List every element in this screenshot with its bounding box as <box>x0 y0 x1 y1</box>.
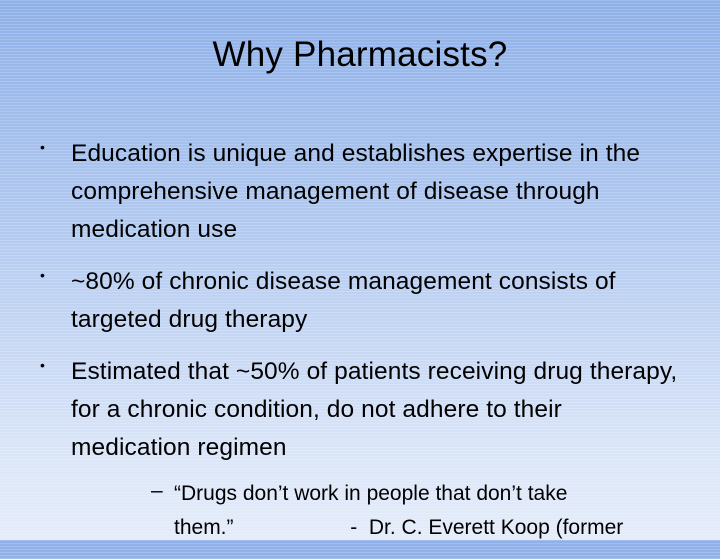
slide: Why Pharmacists? • Education is unique a… <box>0 0 720 540</box>
bullet-item: • Education is unique and establishes ex… <box>0 135 720 249</box>
bullet-item: • Estimated that ~50% of patients receiv… <box>0 353 720 545</box>
sub-bullet-quote: – “Drugs don’t work in people that don’t… <box>71 477 680 545</box>
bullet-item: • ~80% of chronic disease management con… <box>0 263 720 339</box>
bullet-list: • Education is unique and establishes ex… <box>0 135 720 559</box>
bullet-text: Education is unique and establishes expe… <box>71 140 641 243</box>
sub-bullet-marker: – <box>151 479 163 502</box>
bullet-text: ~80% of chronic disease management consi… <box>71 268 616 333</box>
quote-line-1: “Drugs don’t work in people that don’t t… <box>174 482 568 505</box>
bullet-marker: • <box>40 357 45 373</box>
slide-title: Why Pharmacists? <box>212 35 508 74</box>
bullet-text: Estimated that ~50% of patients receivin… <box>71 358 678 461</box>
bullet-marker: • <box>40 267 45 283</box>
bullet-marker: • <box>40 139 45 155</box>
